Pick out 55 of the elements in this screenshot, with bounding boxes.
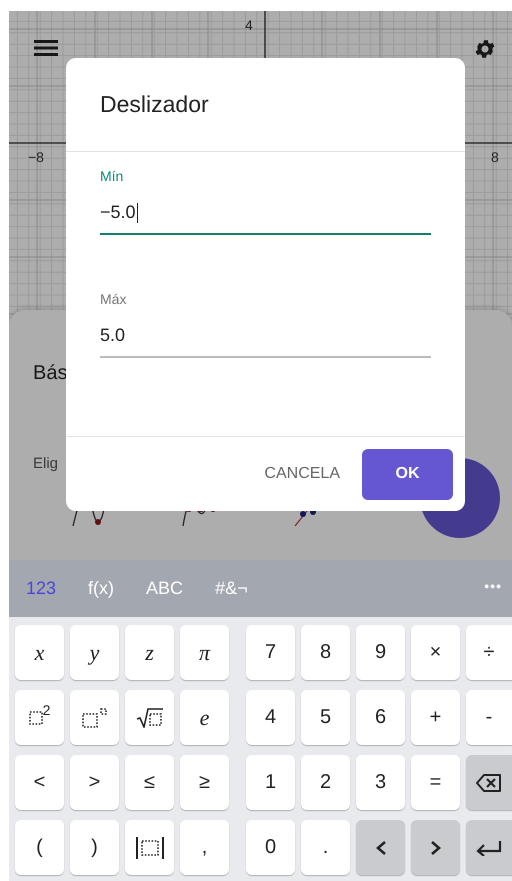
key[interactable]: 1 bbox=[246, 755, 295, 810]
key[interactable]: 2 bbox=[301, 755, 350, 810]
key[interactable] bbox=[125, 690, 174, 745]
backspace-icon bbox=[476, 774, 502, 792]
cancel-button[interactable]: CANCELA bbox=[264, 451, 340, 497]
key[interactable]: 7 bbox=[246, 625, 295, 680]
sheet-title: Bás bbox=[33, 362, 68, 385]
key[interactable]: ÷ bbox=[466, 625, 512, 680]
superscript-box-icon bbox=[82, 708, 108, 728]
key[interactable]: e bbox=[180, 690, 229, 745]
axis-label: −8 bbox=[28, 149, 44, 165]
key[interactable]: 4 bbox=[246, 690, 295, 745]
left-chevron-icon bbox=[374, 840, 386, 856]
key[interactable]: 2 bbox=[15, 690, 64, 745]
key[interactable] bbox=[466, 755, 512, 810]
axis-label: 8 bbox=[491, 149, 499, 165]
key[interactable]: 0 bbox=[246, 820, 295, 875]
ok-button[interactable]: OK bbox=[362, 448, 453, 500]
field-label: Máx bbox=[100, 291, 126, 307]
menu-icon[interactable] bbox=[34, 39, 58, 57]
settings-icon[interactable] bbox=[473, 37, 497, 61]
input-field[interactable]: −5.0 bbox=[100, 196, 431, 235]
key[interactable]: 9 bbox=[356, 625, 405, 680]
key[interactable] bbox=[466, 820, 512, 875]
key[interactable]: = bbox=[411, 755, 460, 810]
key[interactable]: 8 bbox=[301, 625, 350, 680]
key[interactable]: , bbox=[180, 820, 229, 875]
key[interactable]: 6 bbox=[356, 690, 405, 745]
dialog-title: Deslizador bbox=[100, 91, 209, 118]
absolute-value-icon bbox=[134, 836, 164, 860]
right-chevron-icon bbox=[430, 840, 442, 856]
placeholder-box-icon bbox=[28, 710, 43, 724]
key[interactable]: y bbox=[70, 625, 119, 680]
key[interactable]: . bbox=[301, 820, 350, 875]
field-label: Mín bbox=[100, 168, 124, 184]
key[interactable]: + bbox=[411, 690, 460, 745]
key[interactable]: z bbox=[125, 625, 174, 680]
key[interactable]: - bbox=[466, 690, 512, 745]
key[interactable]: ( bbox=[15, 820, 64, 875]
key[interactable]: × bbox=[411, 625, 460, 680]
input-field[interactable]: 5.0 bbox=[100, 319, 431, 358]
key[interactable]: 3 bbox=[356, 755, 405, 810]
axis-label: 4 bbox=[245, 17, 253, 33]
key[interactable]: ) bbox=[70, 820, 119, 875]
key[interactable] bbox=[125, 820, 174, 875]
key[interactable]: x bbox=[15, 625, 64, 680]
key[interactable]: ≥ bbox=[180, 755, 229, 810]
square-root-icon bbox=[136, 708, 164, 728]
key[interactable]: π bbox=[180, 625, 229, 680]
key[interactable]: > bbox=[70, 755, 119, 810]
key[interactable]: 5 bbox=[301, 690, 350, 745]
key[interactable]: ≤ bbox=[125, 755, 174, 810]
sheet-subtitle: Elig bbox=[33, 455, 58, 472]
key[interactable]: < bbox=[15, 755, 64, 810]
enter-arrow-icon bbox=[476, 840, 502, 856]
